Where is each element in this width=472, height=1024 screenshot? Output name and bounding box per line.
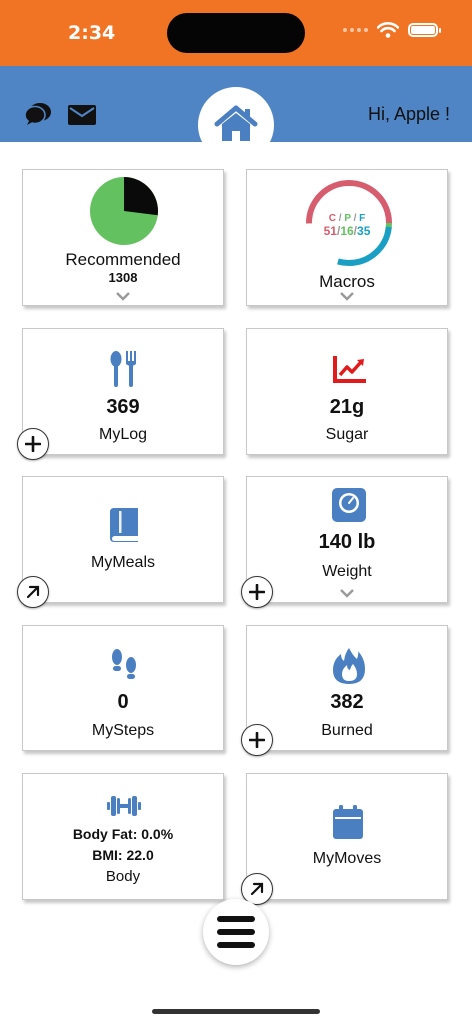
- menu-button[interactable]: [203, 899, 269, 965]
- status-indicators: [343, 22, 441, 38]
- flame-icon: [333, 648, 365, 684]
- calendar-icon: [333, 805, 363, 839]
- body-label: Body: [105, 868, 141, 885]
- plus-icon: [249, 732, 265, 748]
- burned-label: Burned: [321, 722, 373, 739]
- dynamic-island: [167, 13, 305, 53]
- mymoves-card[interactable]: MyMoves: [246, 773, 448, 900]
- utensils-icon: [110, 351, 136, 387]
- add-weight-button[interactable]: [241, 576, 273, 608]
- home-icon: [214, 105, 258, 141]
- mysteps-value: 0: [117, 691, 129, 713]
- body-card[interactable]: Body Fat: 0.0% BMI: 22.0 Body: [22, 773, 224, 900]
- mail-icon[interactable]: [68, 105, 96, 125]
- macros-f-letter: F: [359, 213, 366, 224]
- macros-c-letter: C: [328, 213, 336, 224]
- mysteps-label: MySteps: [91, 722, 155, 739]
- mymoves-label: MyMoves: [312, 850, 382, 867]
- signal-icon: [343, 28, 368, 32]
- burned-value: 382: [330, 691, 364, 713]
- status-bar: 2:34: [0, 0, 472, 66]
- weight-label: Weight: [322, 563, 372, 580]
- add-burned-button[interactable]: [241, 724, 273, 756]
- macros-p-value: 16: [340, 224, 354, 238]
- plus-icon: [249, 584, 265, 600]
- sugar-label: Sugar: [325, 426, 369, 443]
- mylog-value: 369: [106, 396, 140, 418]
- recommended-card[interactable]: Recommended 1308: [22, 169, 224, 306]
- chevron-down-icon: [116, 292, 130, 301]
- weight-value: 140 lb: [318, 531, 376, 553]
- macros-card[interactable]: C / P / F 51/16/35 Macros: [246, 169, 448, 306]
- battery-icon: [408, 23, 441, 37]
- body-fat-value: Body Fat: 0.0%: [72, 826, 174, 842]
- sugar-card[interactable]: 21g Sugar: [246, 328, 448, 455]
- recommended-label: Recommended: [65, 250, 181, 269]
- calorie-pie-chart: [90, 177, 158, 245]
- open-meals-button[interactable]: [17, 576, 49, 608]
- chevron-down-icon: [340, 589, 354, 598]
- macros-letters: C / P / F: [328, 213, 366, 224]
- burned-card[interactable]: 382 Burned: [246, 625, 448, 751]
- recommended-value: 1308: [108, 270, 138, 285]
- mylog-label: MyLog: [98, 426, 148, 443]
- status-time: 2:34: [68, 22, 116, 44]
- greeting-text: Hi, Apple !: [367, 104, 450, 124]
- macros-f-value: 35: [357, 224, 371, 238]
- arrow-up-right-icon: [250, 882, 264, 896]
- wifi-icon: [377, 22, 399, 38]
- add-log-button[interactable]: [17, 428, 49, 460]
- mylog-card[interactable]: 369 MyLog: [22, 328, 224, 455]
- weight-card[interactable]: 140 lb Weight: [246, 476, 448, 603]
- sugar-value: 21g: [329, 396, 365, 418]
- scale-icon: [332, 488, 366, 522]
- plus-icon: [25, 436, 41, 452]
- chevron-down-icon: [340, 292, 354, 301]
- mymeals-card[interactable]: MyMeals: [22, 476, 224, 603]
- home-indicator[interactable]: [152, 1009, 320, 1014]
- arrow-up-right-icon: [26, 585, 40, 599]
- mymeals-label: MyMeals: [90, 554, 155, 571]
- mysteps-card[interactable]: 0 MySteps: [22, 625, 224, 751]
- book-icon: [110, 508, 138, 542]
- footprints-icon: [112, 649, 136, 679]
- chat-icon[interactable]: [24, 101, 52, 127]
- macros-p-letter: P: [344, 213, 351, 224]
- macros-label: Macros: [319, 272, 375, 291]
- chart-line-icon: [333, 356, 366, 383]
- hamburger-icon: [217, 916, 255, 922]
- macros-values: 51/16/35: [323, 224, 371, 238]
- bmi-value: BMI: 22.0: [92, 847, 154, 863]
- dumbbell-icon: [107, 796, 141, 816]
- macros-c-value: 51: [323, 224, 337, 238]
